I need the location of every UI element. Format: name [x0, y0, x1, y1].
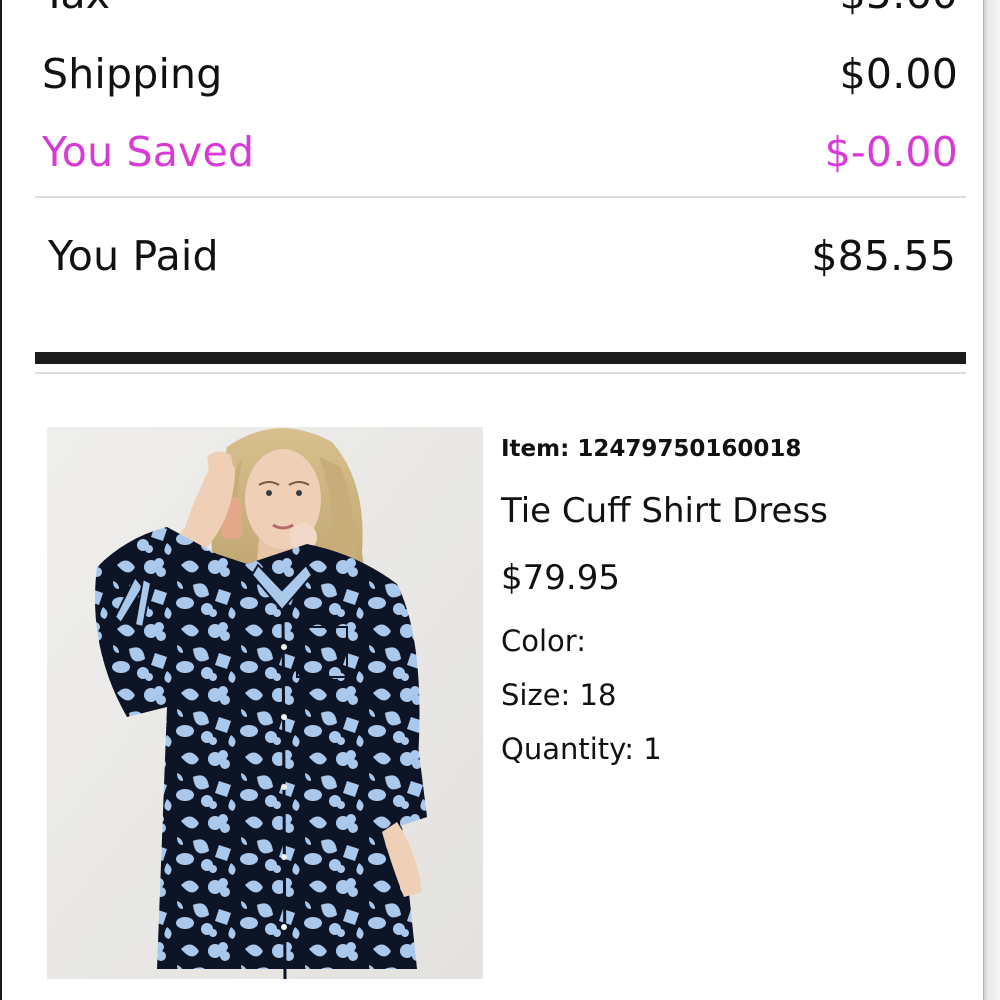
you-paid-value: $85.55 [811, 232, 956, 280]
screen-left-edge [0, 0, 2, 1000]
item-name[interactable]: Tie Cuff Shirt Dress [501, 491, 828, 531]
tax-label: Tax [42, 0, 110, 15]
item-number: Item: 12479750160018 [501, 436, 802, 462]
you-paid-label: You Paid [48, 232, 219, 280]
product-image[interactable] [47, 427, 483, 979]
shipping-value: $0.00 [839, 50, 958, 98]
section-divider-thick [35, 352, 966, 364]
summary-divider [35, 196, 966, 198]
shipping-row: Shipping $0.00 [42, 54, 958, 95]
you-saved-value: $-0.00 [824, 128, 958, 176]
tax-value: $5.60 [840, 0, 958, 15]
section-divider-thin [35, 372, 966, 374]
item-color: Color: [501, 624, 586, 658]
item-quantity: Quantity: 1 [501, 732, 662, 766]
screen-right-edge [983, 0, 1000, 1000]
tax-row: Tax $5.60 [42, 0, 958, 15]
order-receipt-screen: Tax $5.60 Shipping $0.00 You Saved $-0.0… [0, 0, 1000, 1000]
item-price: $79.95 [501, 558, 620, 598]
item-size: Size: 18 [501, 678, 617, 712]
you-saved-label: You Saved [42, 128, 255, 176]
shipping-label: Shipping [42, 50, 223, 98]
you-paid-row: You Paid $85.55 [48, 236, 956, 277]
you-saved-row: You Saved $-0.00 [42, 132, 958, 173]
